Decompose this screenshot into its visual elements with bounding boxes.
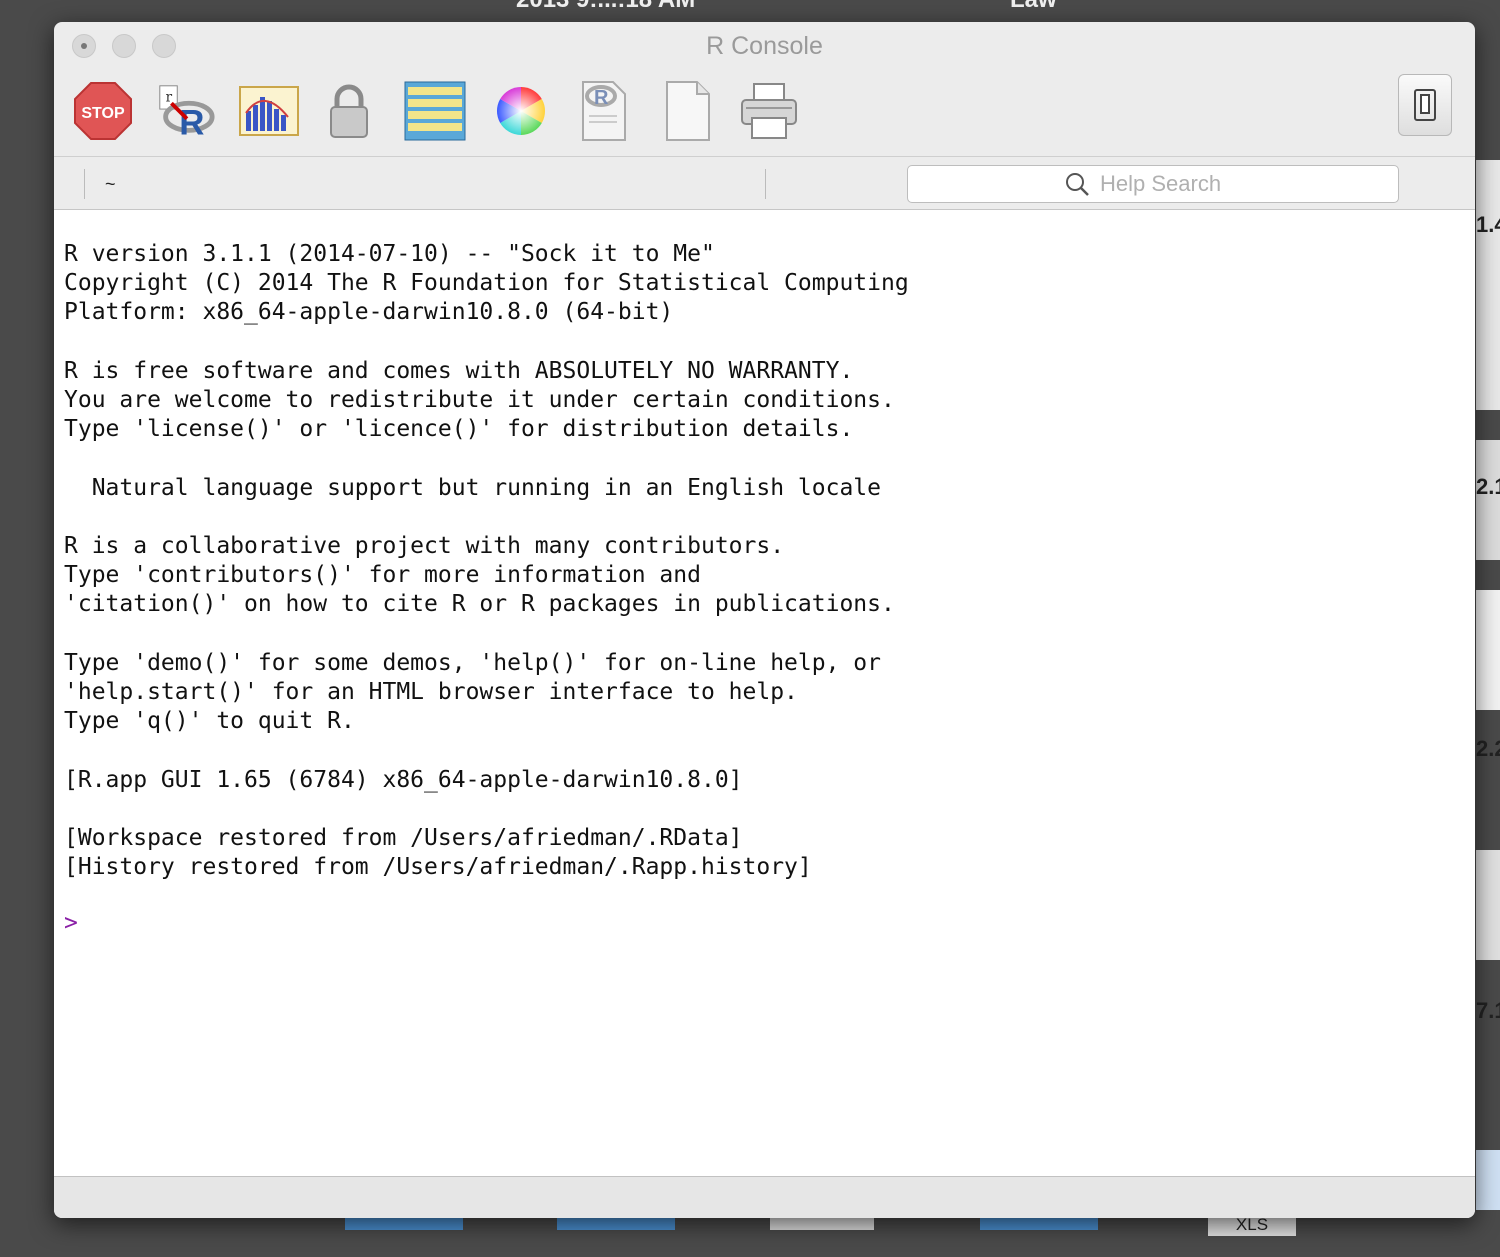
console-line: 'citation()' on how to cite R or R packa…	[64, 591, 895, 618]
console-output-area[interactable]: R version 3.1.1 (2014-07-10) -- "Sock it…	[54, 210, 1475, 1176]
svg-text:R: R	[594, 87, 609, 109]
desktop-file-icon	[980, 1218, 1098, 1230]
console-line: R is free software and comes with ABSOLU…	[64, 357, 854, 384]
desktop-strip	[1476, 1150, 1500, 1210]
print-button[interactable]	[738, 78, 800, 144]
quartz-chart-icon	[239, 86, 299, 136]
console-line: Type 'contributors()' for more informati…	[64, 562, 701, 589]
desktop-number: 2.1	[1476, 474, 1500, 499]
console-output: R version 3.1.1 (2014-07-10) -- "Sock it…	[64, 240, 909, 882]
console-line: Natural language support but running in …	[64, 474, 881, 501]
desktop-strip	[1476, 850, 1500, 960]
svg-text:R: R	[179, 103, 204, 141]
desktop-text-right: Law	[1010, 0, 1057, 14]
stop-label: STOP	[81, 105, 125, 122]
help-search-input[interactable]	[1098, 170, 1242, 198]
print-icon	[741, 83, 797, 139]
data-editor-button[interactable]	[404, 78, 466, 144]
window-title: R Console	[706, 32, 823, 60]
desktop-file-icon	[770, 1218, 874, 1230]
console-line: Type 'demo()' for some demos, 'help()' f…	[64, 649, 881, 676]
data-table-icon	[404, 81, 466, 141]
desktop-strip	[1476, 590, 1500, 710]
desktop-file-icon	[557, 1218, 675, 1230]
desktop-strip	[1476, 160, 1500, 410]
console-line: Type 'q()' to quit R.	[64, 708, 355, 735]
console-prompt[interactable]: >	[64, 910, 78, 936]
quartz-button[interactable]	[238, 78, 300, 144]
stop-button[interactable]: STOP	[72, 78, 134, 144]
desktop-text-left: 2013 9:...:18 AM	[516, 0, 695, 14]
color-picker-button[interactable]	[490, 78, 552, 144]
console-line: R is a collaborative project with many c…	[64, 533, 785, 560]
desktop-number: 7.1	[1476, 998, 1500, 1023]
console-line: Type 'license()' or 'licence()' for dist…	[64, 416, 854, 443]
title-bar[interactable]: R Console	[54, 22, 1475, 72]
drawer-toggle-button[interactable]	[1398, 74, 1452, 136]
console-line: [Workspace restored from /Users/afriedma…	[64, 825, 743, 852]
console-line: Copyright (C) 2014 The R Foundation for …	[64, 270, 909, 297]
new-document-icon	[666, 81, 710, 141]
status-bar	[54, 1176, 1475, 1218]
path-bar: ~	[54, 157, 1475, 210]
console-line: [R.app GUI 1.65 (6784) x86_64-apple-darw…	[64, 766, 743, 793]
r-console-window: R Console STOP r R R ~ Help Search R ver…	[54, 22, 1475, 1218]
desktop-file-icon	[345, 1218, 463, 1230]
console-line: 'help.start()' for an HTML browser inter…	[64, 679, 798, 706]
search-icon	[1066, 173, 1089, 196]
desktop-number: 2.2	[1476, 736, 1500, 761]
working-directory-field[interactable]: ~	[84, 169, 766, 199]
open-document-button[interactable]: R	[572, 78, 634, 144]
console-line: [History restored from /Users/afriedman/…	[64, 854, 812, 881]
svg-text:r: r	[166, 89, 173, 105]
r-document-icon: R	[582, 81, 626, 141]
console-line: R version 3.1.1 (2014-07-10) -- "Sock it…	[64, 241, 715, 267]
toolbar: STOP r R R	[54, 72, 1475, 156]
stop-icon: STOP	[74, 82, 132, 140]
console-line: You are welcome to redistribute it under…	[64, 387, 895, 414]
desktop-number: 1.4	[1476, 212, 1500, 237]
console-line: Platform: x86_64-apple-darwin10.8.0 (64-…	[64, 299, 674, 326]
lock-icon	[330, 84, 368, 138]
desktop-strip	[1476, 440, 1500, 560]
lock-button[interactable]	[318, 78, 380, 144]
source-script-icon: r R	[159, 85, 215, 141]
drawer-toggle-icon	[1414, 89, 1436, 121]
new-document-button[interactable]	[656, 78, 718, 144]
source-script-button[interactable]: r R	[154, 78, 216, 144]
color-wheel-icon	[496, 86, 546, 135]
help-search-field[interactable]	[907, 165, 1399, 203]
